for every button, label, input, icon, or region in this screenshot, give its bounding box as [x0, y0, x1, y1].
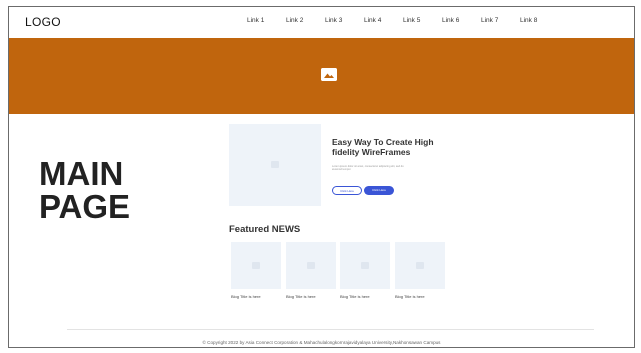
image-placeholder-icon — [307, 262, 315, 269]
hero-banner — [9, 38, 634, 114]
top-navbar: LOGO Link 1 Link 2 Link 3 Link 4 Link 5 … — [9, 7, 634, 38]
nav-link-2[interactable]: Link 2 — [286, 17, 303, 24]
main-title-line-2: PAGE — [39, 188, 131, 225]
news-item-title[interactable]: Blog Title is here — [395, 294, 425, 299]
news-item-image[interactable] — [231, 242, 281, 289]
news-item-title[interactable]: Blog Title is here — [231, 294, 261, 299]
card-title: Easy Way To Create High fidelity WireFra… — [332, 137, 434, 157]
image-placeholder-icon — [416, 262, 424, 269]
nav-link-6[interactable]: Link 6 — [442, 17, 459, 24]
primary-button[interactable]: Click Here — [364, 186, 394, 195]
nav-link-5[interactable]: Link 5 — [403, 17, 420, 24]
news-item-title[interactable]: Blog Title is here — [340, 294, 370, 299]
image-placeholder-icon — [361, 262, 369, 269]
image-placeholder-icon — [271, 161, 279, 168]
main-page-title: MAIN PAGE — [39, 157, 130, 223]
secondary-button[interactable]: Click Here — [332, 186, 362, 195]
footer-divider — [67, 329, 594, 330]
image-placeholder-icon — [321, 68, 337, 81]
news-item-image[interactable] — [340, 242, 390, 289]
card-description: Lorem ipsum dolor sit amet, consectetur … — [332, 165, 404, 172]
news-item-title[interactable]: Blog Title is here — [286, 294, 316, 299]
nav-link-8[interactable]: Link 8 — [520, 17, 537, 24]
news-item-image[interactable] — [286, 242, 336, 289]
main-title-line-1: MAIN — [39, 155, 124, 192]
logo[interactable]: LOGO — [25, 15, 61, 29]
card-image-placeholder — [229, 124, 321, 206]
featured-news-heading: Featured NEWS — [229, 224, 301, 235]
image-placeholder-icon — [252, 262, 260, 269]
footer-copyright: © Copyright 2022 by Asia Connect Corpora… — [202, 340, 441, 345]
nav-link-1[interactable]: Link 1 — [247, 17, 264, 24]
news-item-image[interactable] — [395, 242, 445, 289]
nav-link-7[interactable]: Link 7 — [481, 17, 498, 24]
page-frame: LOGO Link 1 Link 2 Link 3 Link 4 Link 5 … — [8, 6, 635, 348]
nav-link-4[interactable]: Link 4 — [364, 17, 381, 24]
nav-link-3[interactable]: Link 3 — [325, 17, 342, 24]
